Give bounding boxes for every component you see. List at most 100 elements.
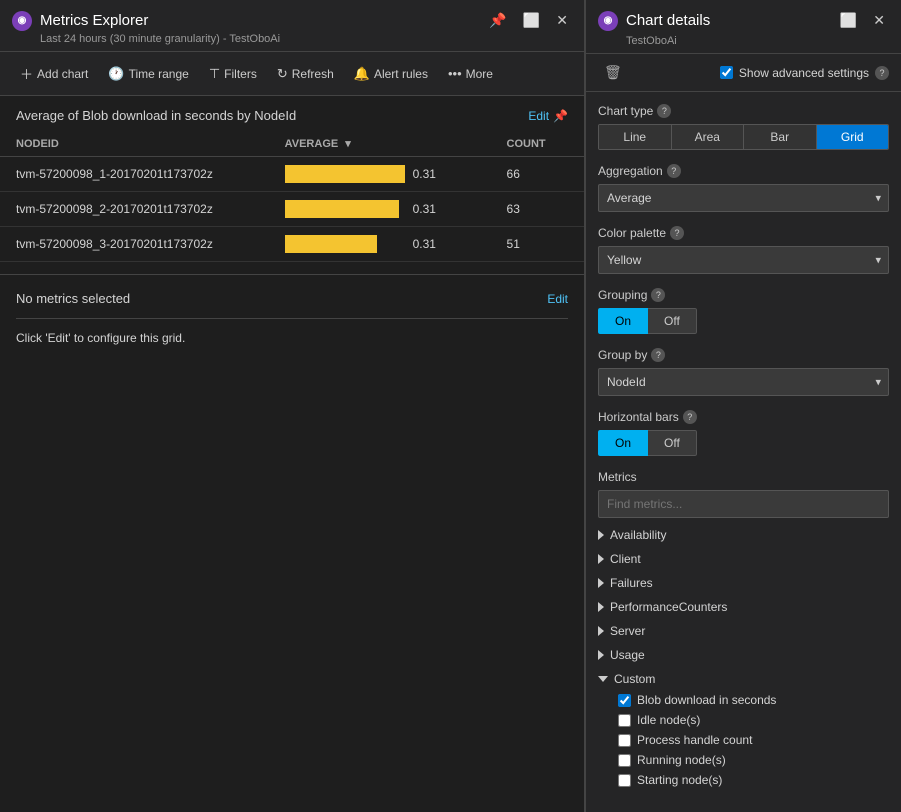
col-nodeid-header[interactable]: NODEID: [0, 131, 269, 157]
no-metrics-body: Click 'Edit' to configure this grid.: [16, 318, 568, 345]
aggregation-select[interactable]: AverageSumCountMinMax: [598, 184, 889, 212]
metric-category-client-header[interactable]: Client: [598, 548, 889, 570]
metrics-search-input[interactable]: [598, 490, 889, 518]
more-icon: •••: [448, 66, 462, 81]
filters-button[interactable]: ⊤ Filters: [201, 62, 265, 86]
chart1-header: Average of Blob download in seconds by N…: [0, 96, 584, 131]
table-row: tvm-57200098_2-20170201t173702z 0.31 63: [0, 192, 584, 227]
add-icon: ＋: [20, 64, 33, 83]
refresh-button[interactable]: ↻ Refresh: [269, 62, 342, 86]
col-count-header[interactable]: COUNT: [491, 131, 584, 157]
metric-category-performancecounters-header[interactable]: PerformanceCounters: [598, 596, 889, 618]
grouping-on-button[interactable]: On: [598, 308, 648, 334]
chart-type-grid-button[interactable]: Grid: [817, 125, 889, 149]
chart-type-help-icon[interactable]: ?: [657, 104, 671, 118]
cell-average: 0.31: [269, 157, 491, 192]
time-range-button[interactable]: 🕐 Time range: [100, 62, 196, 86]
advanced-settings-label: Show advanced settings: [739, 66, 869, 80]
metric-checkbox-idle-node(s)[interactable]: [618, 714, 631, 727]
metric-category-failures-header[interactable]: Failures: [598, 572, 889, 594]
group-by-help-icon[interactable]: ?: [651, 348, 665, 362]
right-subtitle: TestOboAi: [626, 35, 889, 47]
maximize-button[interactable]: ⬜: [519, 10, 544, 31]
click-edit-text: Click 'Edit' to configure this grid.: [16, 331, 185, 345]
chart-type-bar-button[interactable]: Bar: [744, 125, 817, 149]
metric-category-name: Failures: [610, 576, 653, 590]
group-by-label: Group by: [598, 348, 647, 362]
right-maximize-button[interactable]: ⬜: [836, 10, 861, 31]
filter-icon: ⊤: [209, 66, 220, 82]
aggregation-dropdown-wrapper: AverageSumCountMinMax: [598, 184, 889, 212]
chart-section-2: No metrics selected Edit Click 'Edit' to…: [0, 275, 584, 361]
metric-checkbox-starting-node(s)[interactable]: [618, 774, 631, 787]
metric-category-name: PerformanceCounters: [610, 600, 727, 614]
chevron-down-icon: [598, 676, 608, 682]
metric-item-label: Blob download in seconds: [637, 693, 776, 707]
group-by-dropdown-wrapper: NodeIdNone: [598, 368, 889, 396]
left-window-controls: 📌 ⬜ ✕: [485, 10, 572, 31]
grouping-label: Grouping: [598, 288, 647, 302]
metric-category-server-header[interactable]: Server: [598, 620, 889, 642]
right-window-controls: ⬜ ✕: [836, 10, 889, 31]
bell-icon: 🔔: [354, 66, 370, 82]
chart1-edit-button[interactable]: Edit 📌: [528, 109, 568, 123]
close-left-button[interactable]: ✕: [552, 10, 572, 31]
add-chart-button[interactable]: ＋ Add chart: [12, 60, 96, 87]
no-metrics-header: No metrics selected Edit: [16, 291, 568, 306]
metric-category-availability-header[interactable]: Availability: [598, 524, 889, 546]
horizontal-bars-help-icon[interactable]: ?: [683, 410, 697, 424]
advanced-settings-checkbox[interactable]: [720, 66, 733, 79]
metrics-label: Metrics: [598, 470, 637, 484]
grouping-help-icon[interactable]: ?: [651, 288, 665, 302]
time-range-label: Time range: [129, 67, 189, 81]
group-by-select[interactable]: NodeIdNone: [598, 368, 889, 396]
right-body: Chart type ? LineAreaBarGrid Aggregation…: [586, 92, 901, 812]
pin-button[interactable]: 📌: [485, 10, 510, 31]
chart-section-1: Average of Blob download in seconds by N…: [0, 96, 584, 275]
metric-item-label: Running node(s): [637, 753, 726, 767]
alert-rules-button[interactable]: 🔔 Alert rules: [346, 62, 436, 86]
color-palette-dropdown-wrapper: YellowBlueGreenRedPurple: [598, 246, 889, 274]
chart-type-section-label: Chart type ?: [598, 104, 889, 118]
metric-category-name: Server: [610, 624, 645, 638]
hbars-off-button[interactable]: Off: [648, 430, 697, 456]
cell-count: 51: [491, 227, 584, 262]
right-close-button[interactable]: ✕: [869, 10, 889, 31]
delete-button[interactable]: 🗑: [598, 62, 628, 83]
hbars-on-button[interactable]: On: [598, 430, 648, 456]
cell-nodeid: tvm-57200098_3-20170201t173702z: [0, 227, 269, 262]
color-palette-section-label: Color palette ?: [598, 226, 889, 240]
metric-category: Server: [598, 620, 889, 642]
more-button[interactable]: ••• More: [440, 62, 501, 85]
metric-category-custom-header[interactable]: Custom: [598, 668, 889, 690]
right-toolbar: 🗑 Show advanced settings ?: [586, 54, 901, 92]
metric-item: Idle node(s): [618, 710, 889, 730]
color-palette-label: Color palette: [598, 226, 666, 240]
chevron-right-icon: [598, 530, 604, 540]
sort-icon: ▾: [345, 138, 351, 150]
metric-category-name: Usage: [610, 648, 645, 662]
cell-nodeid: tvm-57200098_2-20170201t173702z: [0, 192, 269, 227]
metric-checkbox-blob-download-in-seconds[interactable]: [618, 694, 631, 707]
metric-item-label: Idle node(s): [637, 713, 700, 727]
chart2-edit-button[interactable]: Edit: [547, 292, 568, 306]
metric-category-usage-header[interactable]: Usage: [598, 644, 889, 666]
chart-type-area-button[interactable]: Area: [672, 125, 745, 149]
left-toolbar: ＋ Add chart 🕐 Time range ⊤ Filters ↻ Ref…: [0, 52, 584, 96]
metric-item: Blob download in seconds: [618, 690, 889, 710]
aggregation-help-icon[interactable]: ?: [667, 164, 681, 178]
metric-checkbox-running-node(s)[interactable]: [618, 754, 631, 767]
metric-checkbox-process-handle-count[interactable]: [618, 734, 631, 747]
chart-type-line-button[interactable]: Line: [599, 125, 672, 149]
table-body-1: tvm-57200098_1-20170201t173702z 0.31 66 …: [0, 157, 584, 262]
horizontal-bars-section-label: Horizontal bars ?: [598, 410, 889, 424]
color-palette-select[interactable]: YellowBlueGreenRedPurple: [598, 246, 889, 274]
advanced-help-icon[interactable]: ?: [875, 66, 889, 80]
data-table-1: NODEID AVERAGE ▾ COUNT tvm-57200098_1-20…: [0, 131, 584, 262]
color-palette-help-icon[interactable]: ?: [670, 226, 684, 240]
table-header-1: NODEID AVERAGE ▾ COUNT: [0, 131, 584, 157]
metric-category: Custom Blob download in seconds Idle node(…: [598, 668, 889, 790]
grouping-off-button[interactable]: Off: [648, 308, 697, 334]
left-panel: ◉ Metrics Explorer 📌 ⬜ ✕ Last 24 hours (…: [0, 0, 585, 812]
col-average-header[interactable]: AVERAGE ▾: [269, 131, 491, 157]
